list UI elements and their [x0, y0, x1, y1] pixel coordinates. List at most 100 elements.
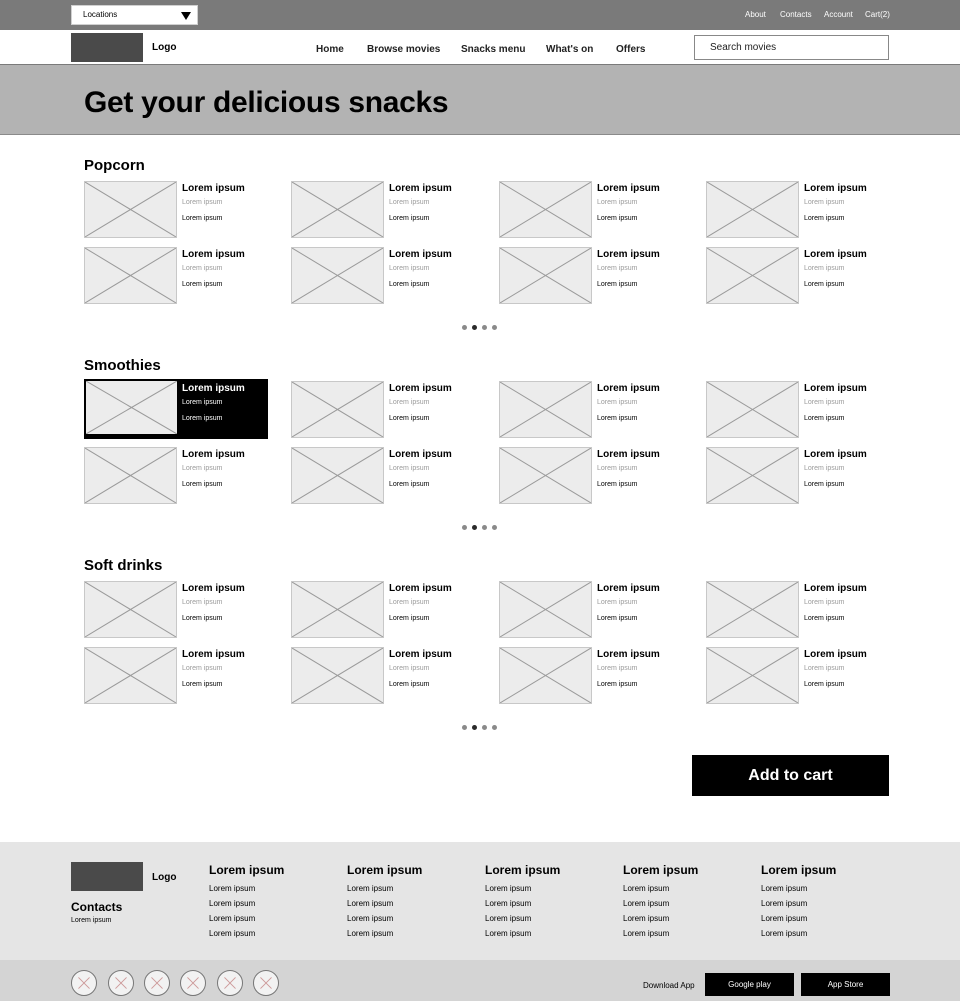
pager-dot[interactable] — [462, 525, 467, 530]
nav-snacks-menu[interactable]: Snacks menu — [461, 44, 525, 55]
social-icon-2[interactable] — [108, 970, 134, 996]
footer-link[interactable]: Lorem ipsum — [209, 911, 339, 926]
product-card[interactable]: Lorem ipsum Lorem ipsum Lorem ipsum — [291, 647, 476, 704]
nav-whats-on[interactable]: What's on — [546, 44, 593, 55]
product-card[interactable]: Lorem ipsum Lorem ipsum Lorem ipsum — [291, 447, 476, 504]
footer-link[interactable]: Lorem ipsum — [485, 881, 615, 896]
footer-link[interactable]: Lorem ipsum — [209, 926, 339, 941]
footer-link[interactable]: Lorem ipsum — [347, 881, 477, 896]
footer-column-heading: Lorem ipsum — [623, 863, 699, 877]
footer-link[interactable]: Lorem ipsum — [485, 911, 615, 926]
footer-link[interactable]: Lorem ipsum — [623, 926, 753, 941]
social-icon-5[interactable] — [217, 970, 243, 996]
pager-dot[interactable] — [492, 325, 497, 330]
pager-dot[interactable] — [472, 525, 477, 530]
footer-link[interactable]: Lorem ipsum — [761, 911, 891, 926]
pager-dot[interactable] — [492, 525, 497, 530]
google-play-button[interactable]: Google play — [705, 973, 794, 996]
footer-link[interactable]: Lorem ipsum — [347, 911, 477, 926]
product-card[interactable]: Lorem ipsum Lorem ipsum Lorem ipsum — [291, 381, 476, 438]
footer-contacts-text: Lorem ipsum — [71, 917, 112, 924]
product-card[interactable]: Lorem ipsum Lorem ipsum Lorem ipsum — [706, 181, 891, 238]
footer-link[interactable]: Lorem ipsum — [761, 926, 891, 941]
product-card[interactable]: Lorem ipsum Lorem ipsum Lorem ipsum — [499, 181, 684, 238]
search-input[interactable]: Search movies — [694, 35, 889, 60]
product-price: Lorem ipsum — [597, 215, 638, 222]
product-price: Lorem ipsum — [597, 281, 638, 288]
footer-link[interactable]: Lorem ipsum — [347, 926, 477, 941]
footer-column: Lorem ipsum Lorem ipsum Lorem ipsum Lorem i… — [761, 863, 891, 941]
footer-link[interactable]: Lorem ipsum — [623, 896, 753, 911]
product-price: Lorem ipsum — [182, 415, 223, 422]
product-card[interactable]: Lorem ipsum Lorem ipsum Lorem ipsum — [291, 181, 476, 238]
product-card[interactable]: Lorem ipsum Lorem ipsum Lorem ipsum — [84, 447, 269, 504]
footer-logo-image[interactable] — [71, 862, 143, 891]
top-link-account[interactable]: Account — [824, 10, 853, 19]
image-placeholder-icon — [84, 581, 177, 638]
add-to-cart-button[interactable]: Add to cart — [692, 755, 889, 796]
top-link-cart[interactable]: Cart(2) — [865, 10, 890, 19]
product-card[interactable]: Lorem ipsum Lorem ipsum Lorem ipsum — [291, 581, 476, 638]
top-link-about[interactable]: About — [745, 10, 766, 19]
nav-home[interactable]: Home — [316, 44, 344, 55]
app-store-button[interactable]: App Store — [801, 973, 890, 996]
product-price: Lorem ipsum — [182, 281, 223, 288]
product-card[interactable]: Lorem ipsum Lorem ipsum Lorem ipsum — [706, 581, 891, 638]
pager-dot[interactable] — [462, 325, 467, 330]
footer-link[interactable]: Lorem ipsum — [209, 881, 339, 896]
pager-dot[interactable] — [492, 725, 497, 730]
product-card[interactable]: Lorem ipsum Lorem ipsum Lorem ipsum — [84, 647, 269, 704]
footer-link[interactable]: Lorem ipsum — [347, 896, 477, 911]
nav-offers[interactable]: Offers — [616, 44, 645, 55]
social-icon-4[interactable] — [180, 970, 206, 996]
product-card[interactable]: Lorem ipsum Lorem ipsum Lorem ipsum — [499, 247, 684, 304]
product-card[interactable]: Lorem ipsum Lorem ipsum Lorem ipsum — [706, 447, 891, 504]
product-card[interactable]: Lorem ipsum Lorem ipsum Lorem ipsum — [706, 647, 891, 704]
product-card[interactable]: Lorem ipsum Lorem ipsum Lorem ipsum — [499, 447, 684, 504]
pager-dot[interactable] — [462, 725, 467, 730]
product-card[interactable]: Lorem ipsum Lorem ipsum Lorem ipsum — [291, 247, 476, 304]
footer-link[interactable]: Lorem ipsum — [761, 881, 891, 896]
carousel-pager — [462, 725, 502, 731]
social-icon-1[interactable] — [71, 970, 97, 996]
product-name: Lorem ipsum — [804, 649, 867, 660]
social-icon-6[interactable] — [253, 970, 279, 996]
footer-logo-text[interactable]: Logo — [152, 872, 176, 883]
product-card[interactable]: Lorem ipsum Lorem ipsum Lorem ipsum — [84, 247, 269, 304]
image-placeholder-icon — [499, 647, 592, 704]
top-link-contacts[interactable]: Contacts — [780, 10, 812, 19]
footer-column: Lorem ipsum Lorem ipsum Lorem ipsum Lorem i… — [209, 863, 339, 941]
location-select[interactable]: Locations — [71, 5, 198, 25]
image-placeholder-icon — [291, 381, 384, 438]
product-card[interactable]: Lorem ipsum Lorem ipsum Lorem ipsum — [499, 381, 684, 438]
product-card[interactable]: Lorem ipsum Lorem ipsum Lorem ipsum — [499, 647, 684, 704]
footer-link[interactable]: Lorem ipsum — [209, 896, 339, 911]
logo-image[interactable] — [71, 33, 143, 62]
footer-link[interactable]: Lorem ipsum — [761, 896, 891, 911]
social-icon-3[interactable] — [144, 970, 170, 996]
product-card[interactable]: Lorem ipsum Lorem ipsum Lorem ipsum — [84, 379, 268, 439]
caret-down-icon — [181, 12, 191, 20]
location-select-label: Locations — [83, 10, 118, 19]
product-price: Lorem ipsum — [389, 215, 430, 222]
footer-link[interactable]: Lorem ipsum — [485, 926, 615, 941]
product-price: Lorem ipsum — [182, 481, 223, 488]
nav-browse-movies[interactable]: Browse movies — [367, 44, 440, 55]
product-card[interactable]: Lorem ipsum Lorem ipsum Lorem ipsum — [706, 247, 891, 304]
pager-dot[interactable] — [472, 325, 477, 330]
footer-link[interactable]: Lorem ipsum — [623, 881, 753, 896]
pager-dot[interactable] — [482, 325, 487, 330]
footer-column-heading: Lorem ipsum — [761, 863, 837, 877]
pager-dot[interactable] — [482, 725, 487, 730]
product-card[interactable]: Lorem ipsum Lorem ipsum Lorem ipsum — [84, 181, 269, 238]
pager-dot[interactable] — [472, 725, 477, 730]
product-card[interactable]: Lorem ipsum Lorem ipsum Lorem ipsum — [84, 581, 269, 638]
logo-text[interactable]: Logo — [152, 42, 176, 53]
product-description: Lorem ipsum — [804, 599, 845, 606]
product-card[interactable]: Lorem ipsum Lorem ipsum Lorem ipsum — [499, 581, 684, 638]
footer-link[interactable]: Lorem ipsum — [623, 911, 753, 926]
footer-link[interactable]: Lorem ipsum — [485, 896, 615, 911]
pager-dot[interactable] — [482, 525, 487, 530]
image-placeholder-icon — [706, 581, 799, 638]
product-card[interactable]: Lorem ipsum Lorem ipsum Lorem ipsum — [706, 381, 891, 438]
